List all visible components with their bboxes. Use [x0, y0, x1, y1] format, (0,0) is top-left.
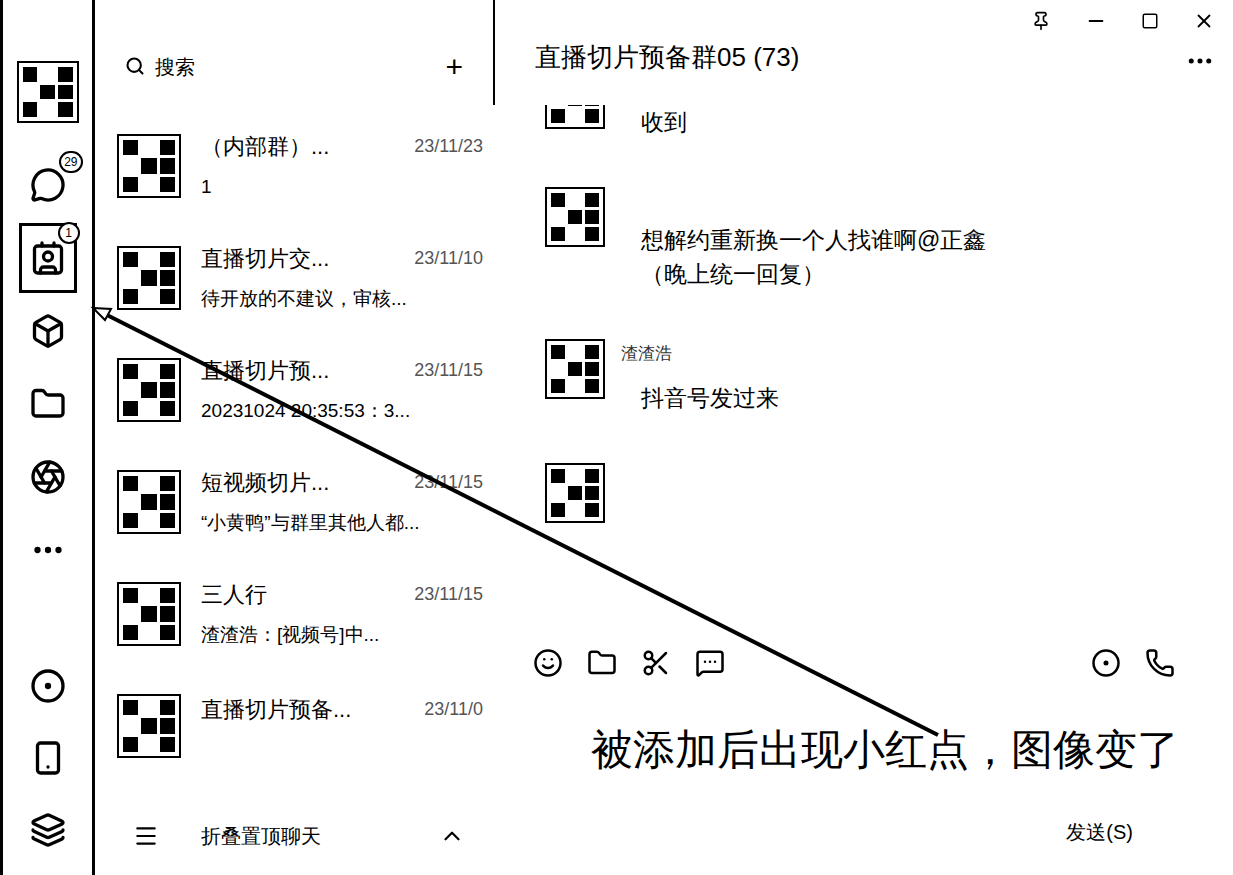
chat-list-item[interactable]: （内部群）... 23/11/23 1	[95, 110, 493, 222]
close-icon[interactable]	[1193, 10, 1215, 32]
chat-date: 23/11/0	[424, 696, 483, 723]
sidebar-item[interactable]	[19, 56, 77, 128]
more-icon[interactable]	[1185, 46, 1215, 76]
search-bar[interactable]: 搜索 +	[95, 0, 493, 110]
chat-avatar[interactable]	[117, 582, 181, 646]
app-window: 291搜索+（内部群）...23/11/231直播切片交...23/11/10待…	[0, 0, 1233, 875]
message-text: 想解约重新换一个人找谁啊@正鑫（晚上统一回复）	[641, 223, 993, 291]
list-icon	[133, 823, 159, 849]
files-icon	[30, 386, 66, 422]
chat-title: 直播切片交...	[201, 242, 329, 275]
chat-preview: 待开放的不建议，审核...	[201, 285, 483, 314]
sidebar-item[interactable]: 1	[19, 221, 77, 294]
contacts-icon	[30, 240, 66, 276]
chat-list-panel: 搜索 + （内部群）... 23/11/23 1 直播切片交... 23/11/10 待开放的…	[95, 0, 493, 875]
chat-preview: 渣渣浩：[视频号]中...	[201, 621, 483, 650]
chat-title: 直播切片预...	[201, 354, 329, 387]
chat-preview: 1	[201, 173, 483, 202]
sender-avatar[interactable]	[545, 105, 605, 129]
input-toolbar	[493, 635, 1233, 690]
chat-list-item[interactable]: 短视频切片... 23/11/15 “小黄鸭”与群里其他人都...	[95, 446, 493, 558]
chat-title: （内部群）...	[201, 130, 329, 163]
sidebar-item[interactable]: 29	[19, 148, 77, 221]
screenshot-icon[interactable]	[641, 648, 671, 678]
sidebar-item[interactable]	[19, 513, 77, 586]
emoji-icon[interactable]	[533, 648, 563, 678]
message	[545, 463, 1213, 523]
workbench-icon	[30, 313, 66, 349]
profile-avatar[interactable]	[17, 61, 79, 123]
sidebar: 291	[3, 0, 95, 875]
message: 想解约重新换一个人找谁啊@正鑫（晚上统一回复）	[545, 187, 1213, 291]
sender-avatar[interactable]	[545, 339, 605, 399]
sidebar-item[interactable]	[19, 650, 77, 722]
mini-program-icon	[30, 668, 66, 704]
sender-avatar[interactable]	[545, 187, 605, 247]
chat-header: 直播切片预备群05 (73)	[493, 0, 1233, 105]
chat-avatar[interactable]	[117, 246, 181, 310]
search-placeholder[interactable]: 搜索	[155, 52, 435, 82]
message-text: 收到	[641, 105, 687, 139]
chat-title: 短视频切片...	[201, 466, 329, 499]
message: 收到	[545, 105, 1213, 139]
sidebar-item[interactable]	[19, 440, 77, 513]
chat-title: 三人行	[201, 578, 267, 611]
chat-avatar[interactable]	[117, 134, 181, 198]
message-input[interactable]: 发送(S)	[493, 690, 1233, 875]
chat-avatar[interactable]	[117, 694, 181, 758]
sender-name: 渣渣浩	[621, 341, 779, 367]
sender-avatar[interactable]	[545, 463, 605, 523]
chat-date: 23/11/10	[414, 245, 483, 272]
settings-icon	[30, 812, 66, 848]
message: 渣渣浩抖音号发过来	[545, 339, 1213, 415]
fold-pinned-label: 折叠置顶聊天	[201, 821, 397, 851]
pin-icon[interactable]	[1031, 11, 1051, 31]
chat-preview: “小黄鸭”与群里其他人都...	[201, 509, 483, 538]
chat-avatar[interactable]	[117, 358, 181, 422]
sidebar-item[interactable]	[19, 294, 77, 367]
chat-list-item[interactable]: 直播切片预备... 23/11/0	[95, 670, 493, 782]
chat-list: （内部群）... 23/11/23 1 直播切片交... 23/11/10 待开放的不建议…	[95, 110, 493, 782]
window-controls	[1031, 10, 1215, 32]
send-button[interactable]: 发送(S)	[1066, 817, 1133, 847]
search-icon	[125, 56, 145, 76]
call-icon[interactable]	[1145, 648, 1175, 678]
message-list: 收到想解约重新换一个人找谁啊@正鑫（晚上统一回复） 渣渣浩抖音号发过来	[493, 105, 1233, 635]
add-button[interactable]: +	[445, 52, 463, 82]
chat-history-icon[interactable]	[695, 648, 725, 678]
live-icon[interactable]	[1091, 648, 1121, 678]
minimize-icon[interactable]	[1085, 10, 1107, 32]
chat-list-item[interactable]: 直播切片交... 23/11/10 待开放的不建议，审核...	[95, 222, 493, 334]
file-icon[interactable]	[587, 648, 617, 678]
chat-preview: 20231024 20:35:53：3...	[201, 397, 483, 426]
chat-avatar[interactable]	[117, 470, 181, 534]
chat-date: 23/11/23	[414, 133, 483, 160]
chat-list-item[interactable]: 直播切片预... 23/11/15 20231024 20:35:53：3...	[95, 334, 493, 446]
sidebar-item[interactable]	[19, 794, 77, 866]
maximize-icon[interactable]	[1141, 12, 1159, 30]
unread-badge: 1	[58, 222, 80, 244]
more-icon	[30, 532, 66, 568]
phone-icon	[30, 740, 66, 776]
message-text: 抖音号发过来	[641, 381, 779, 415]
sidebar-item[interactable]	[19, 367, 77, 440]
moments-icon	[30, 459, 66, 495]
chat-list-item[interactable]: 三人行 23/11/15 渣渣浩：[视频号]中...	[95, 558, 493, 670]
chat-title: 直播切片预备群05 (73)	[535, 38, 799, 77]
chat-icon	[30, 167, 66, 203]
chat-date: 23/11/15	[414, 469, 483, 496]
chat-title: 直播切片预备...	[201, 693, 351, 726]
chat-date: 23/11/15	[414, 357, 483, 384]
sidebar-item[interactable]	[19, 722, 77, 794]
chevron-up-icon	[439, 823, 465, 849]
fold-pinned[interactable]: 折叠置顶聊天	[95, 797, 493, 875]
annotation-text: 被添加后出现小红点，图像变了	[591, 722, 1179, 778]
chat-date: 23/11/15	[414, 581, 483, 608]
unread-badge: 29	[59, 151, 82, 173]
